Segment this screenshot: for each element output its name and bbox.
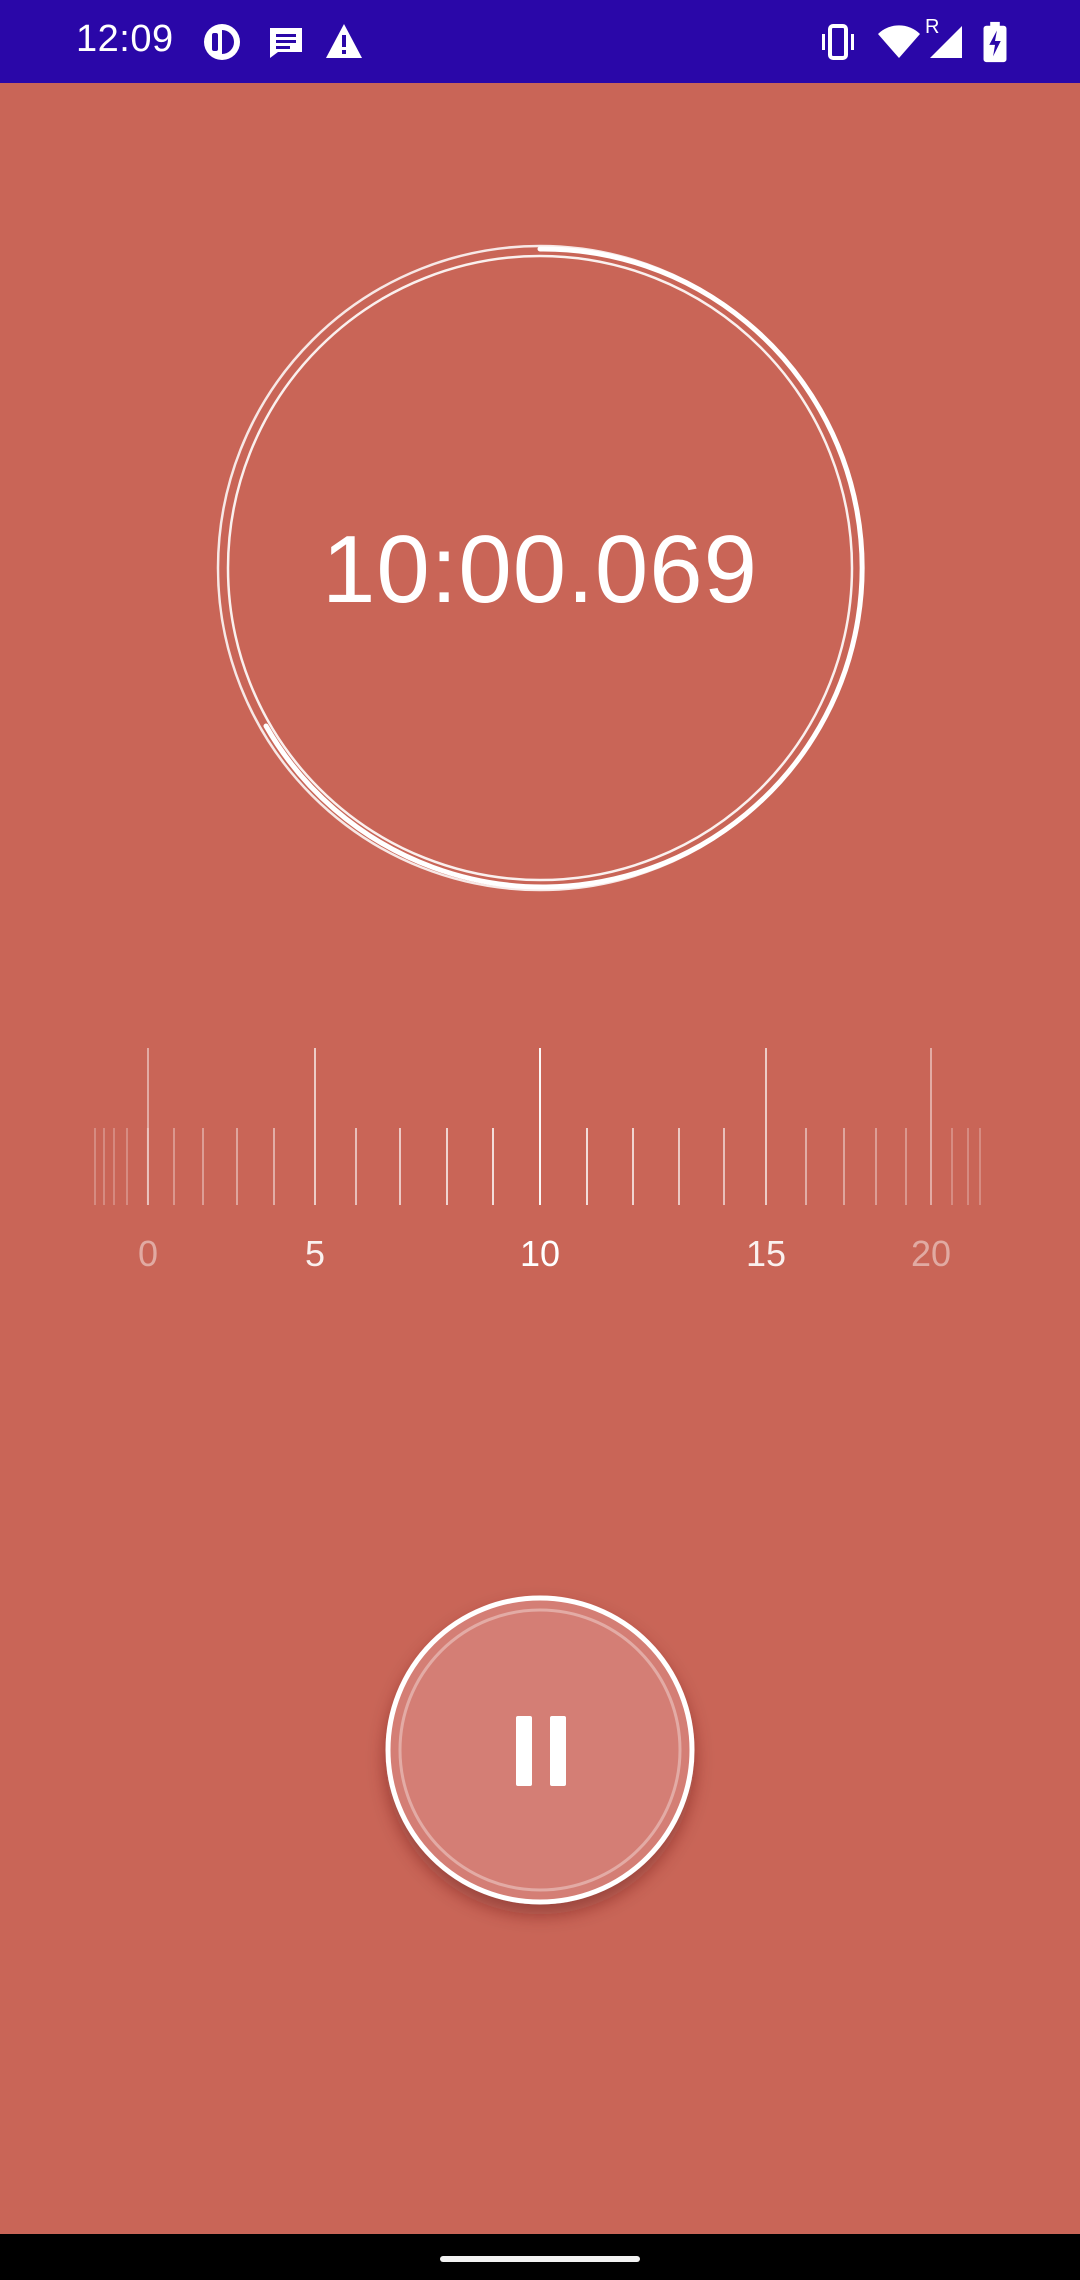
scale-label-15: 15 bbox=[746, 1233, 786, 1274]
message-icon bbox=[270, 28, 302, 58]
status-time: 12:09 bbox=[76, 18, 174, 60]
status-bar: 12:09 R bbox=[0, 0, 1080, 83]
time-scale-ruler[interactable]: 0 5 10 15 20 bbox=[0, 1030, 1080, 1290]
cell-signal-icon bbox=[930, 26, 962, 58]
battery-charging-icon bbox=[983, 21, 1007, 63]
scale-label-5: 5 bbox=[305, 1233, 325, 1274]
timer-readout: 10:00.069 bbox=[321, 516, 759, 623]
scale-label-10: 10 bbox=[520, 1233, 560, 1274]
scale-label-20: 20 bbox=[911, 1233, 951, 1274]
scale-label-0: 0 bbox=[138, 1233, 158, 1274]
navigation-bar bbox=[0, 2234, 1080, 2280]
vibrate-icon bbox=[822, 24, 854, 60]
timer-screen: 12:09 R 10:00.069 0 5 10 15 20 bbox=[0, 0, 1080, 2280]
wifi-icon bbox=[878, 25, 920, 58]
warning-icon bbox=[326, 24, 362, 58]
notification-app-icon bbox=[204, 24, 240, 60]
pause-button[interactable] bbox=[382, 1595, 698, 1912]
home-gesture-handle[interactable] bbox=[440, 2256, 640, 2262]
